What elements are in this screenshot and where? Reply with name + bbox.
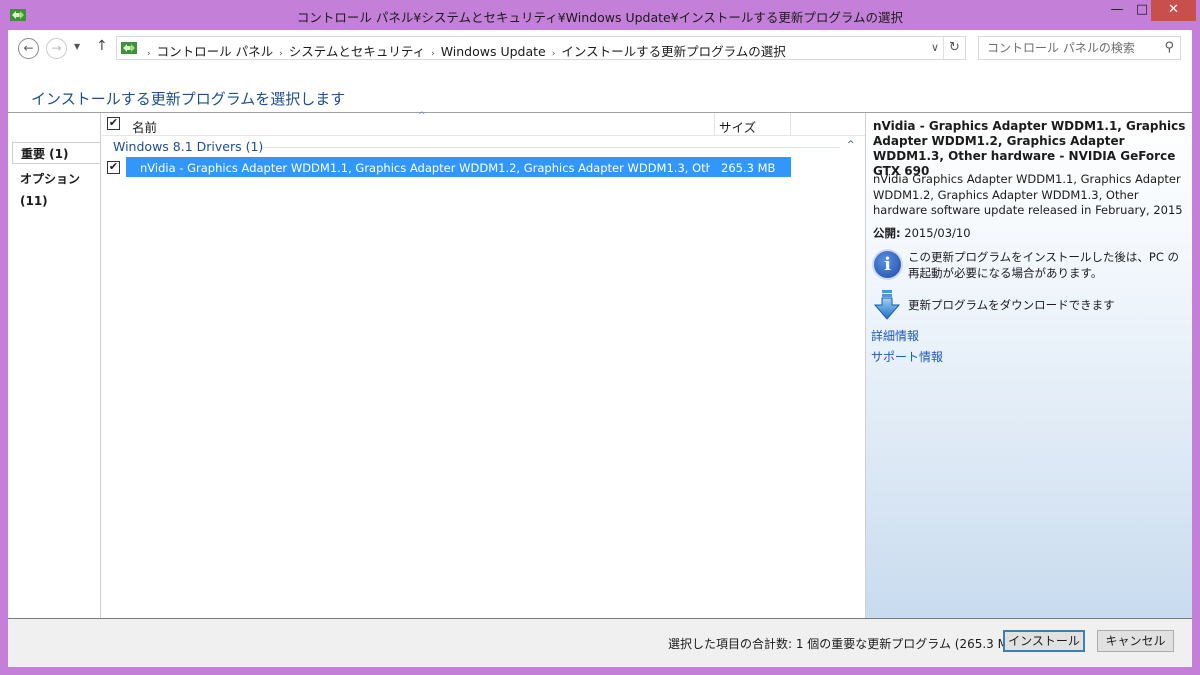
sort-ascending-icon: ^: [418, 111, 426, 121]
group-divider: [262, 147, 840, 148]
table-row[interactable]: ✔ nVidia - Graphics Adapter WDDM1.1, Gra…: [102, 157, 865, 179]
cancel-button[interactable]: キャンセル: [1097, 630, 1174, 652]
column-headers: ✔ 名前 ^ サイズ: [102, 111, 865, 136]
download-arrow-icon: [874, 290, 900, 320]
published-date: 公開: 2015/03/10: [873, 225, 971, 241]
window-content: ← → ▼ ↑ › コントロール パネル › システムとセキュリティ › Windows …: [8, 30, 1192, 667]
refresh-icon[interactable]: ↻: [943, 37, 965, 59]
breadcrumb-item[interactable]: システムとセキュリティ: [289, 44, 425, 59]
update-size: 265.3 MB: [721, 161, 776, 175]
window: コントロール パネル¥システムとセキュリティ¥Windows Update¥イン…: [0, 0, 1200, 675]
footer-bar: 選択した項目の合計数: 1 個の重要な更新プログラム (265.3 MB) イン…: [8, 618, 1192, 667]
selection-summary: 選択した項目の合計数: 1 個の重要な更新プログラム (265.3 MB): [668, 637, 1021, 651]
restart-note: この更新プログラムをインストールした後は、PC の再起動が必要になる場合がありま…: [908, 250, 1180, 280]
breadcrumb-separator-icon[interactable]: ›: [147, 49, 151, 59]
published-label: 公開:: [873, 226, 901, 240]
install-button[interactable]: インストール: [1003, 630, 1085, 652]
control-panel-icon: [121, 42, 137, 54]
update-name: nVidia - Graphics Adapter WDDM1.1, Graph…: [140, 161, 710, 175]
minimize-button[interactable]: —: [1103, 0, 1131, 21]
breadcrumb-separator-icon[interactable]: ›: [431, 49, 435, 59]
breadcrumb-item[interactable]: コントロール パネル: [157, 44, 273, 59]
select-all-checkbox[interactable]: ✔: [107, 117, 120, 130]
update-checkbox[interactable]: ✔: [107, 161, 120, 174]
update-list: ✔ 名前 ^ サイズ Windows 8.1 Drivers (1) ^ ✔ n…: [102, 111, 865, 618]
details-title: nVidia - Graphics Adapter WDDM1.1, Graph…: [873, 119, 1186, 178]
search-box[interactable]: ⚲: [978, 36, 1181, 60]
breadcrumb: › コントロール パネル › システムとセキュリティ › Windows Update › イ…: [141, 41, 786, 60]
up-arrow-icon[interactable]: ↑: [96, 38, 108, 54]
recent-locations-dropdown-icon[interactable]: ▼: [74, 42, 80, 51]
breadcrumb-separator-icon[interactable]: ›: [279, 49, 283, 59]
address-bar[interactable]: › コントロール パネル › システムとセキュリティ › Windows Update › イ…: [116, 36, 966, 60]
selected-row-highlight[interactable]: nVidia - Graphics Adapter WDDM1.1, Graph…: [126, 157, 791, 177]
breadcrumb-separator-icon[interactable]: ›: [552, 49, 556, 59]
search-input[interactable]: [987, 40, 1152, 56]
search-icon[interactable]: ⚲: [1164, 40, 1174, 55]
breadcrumb-item[interactable]: Windows Update: [441, 44, 546, 59]
column-header-name[interactable]: 名前: [132, 117, 157, 136]
column-header-size[interactable]: サイズ: [719, 117, 756, 136]
address-dropdown-icon[interactable]: ∨: [931, 41, 939, 54]
support-info-link[interactable]: サポート情報: [871, 348, 943, 365]
column-divider[interactable]: [790, 113, 791, 136]
window-title: コントロール パネル¥システムとセキュリティ¥Windows Update¥イン…: [296, 10, 904, 25]
column-divider[interactable]: [714, 113, 715, 136]
tab-important[interactable]: 重要 (1): [12, 142, 100, 164]
download-note: 更新プログラムをダウンロードできます: [908, 298, 1115, 312]
published-value: 2015/03/10: [904, 226, 971, 240]
group-header[interactable]: Windows 8.1 Drivers (1): [113, 139, 263, 154]
category-sidebar: 重要 (1) オプション (11): [8, 113, 101, 618]
tab-optional[interactable]: オプション (11): [12, 168, 100, 208]
more-info-link[interactable]: 詳細情報: [871, 327, 919, 344]
title-bar[interactable]: コントロール パネル¥システムとセキュリティ¥Windows Update¥イン…: [0, 0, 1200, 30]
breadcrumb-item[interactable]: インストールする更新プログラムの選択: [561, 44, 785, 59]
navigation-bar: ← → ▼ ↑ › コントロール パネル › システムとセキュリティ › Windows …: [8, 30, 1192, 66]
details-description: nVidia Graphics Adapter WDDM1.1, Graphic…: [873, 172, 1183, 217]
info-icon: i: [872, 249, 903, 280]
page-title: インストールする更新プログラムを選択します: [31, 90, 346, 108]
back-arrow-icon[interactable]: ←: [18, 38, 39, 59]
details-pane: nVidia - Graphics Adapter WDDM1.1, Graph…: [865, 113, 1192, 618]
forward-arrow-icon[interactable]: →: [46, 38, 67, 59]
close-button[interactable]: ✕: [1151, 0, 1196, 21]
collapse-chevron-icon[interactable]: ^: [847, 140, 855, 150]
